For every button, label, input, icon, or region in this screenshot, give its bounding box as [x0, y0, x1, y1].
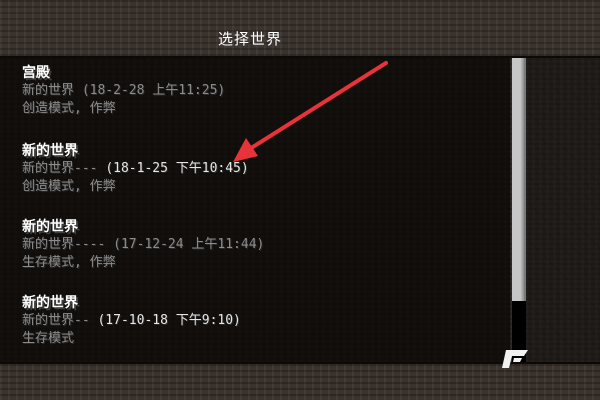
world-2-date: (18-1-25 下午10:45) [105, 161, 249, 176]
world-info: 新的世界---- (17-12-24 上午11:44) [22, 237, 265, 252]
world-info: 新的世界-- (17-10-18 下午9:10) [22, 312, 502, 330]
right-margin [526, 58, 600, 362]
world-mode: 生存模式 [22, 331, 75, 346]
world-list-item[interactable]: 新的世界 新的世界--- (18-1-25 下午10:45) 创造模式, 作弊 [22, 142, 502, 196]
scrollbar-thumb[interactable] [512, 58, 526, 301]
world-name: 新的世界 [22, 295, 78, 311]
world-name: 新的世界 [22, 219, 78, 235]
world-mode: 生存模式, 作弊 [22, 255, 116, 270]
header-bar: 选择世界 [0, 0, 600, 58]
world-info-label: 新的世界--- [22, 161, 98, 176]
screen-title: 选择世界 [217, 30, 282, 48]
world-name: 宫殿 [22, 65, 50, 81]
mojang-logo-icon [502, 350, 528, 368]
world-list-item[interactable]: 新的世界 新的世界-- (17-10-18 下午9:10) 生存模式 [22, 294, 502, 348]
world-info: 新的世界--- (18-1-25 下午10:45) [22, 160, 502, 178]
world-date: (17-10-18 下午9:10) [97, 313, 241, 328]
world-list-item[interactable]: 新的世界 新的世界---- (17-12-24 上午11:44) 生存模式, 作… [22, 218, 502, 272]
world-info-label: 新的世界-- [22, 313, 90, 328]
world-mode: 创造模式, 作弊 [22, 179, 116, 194]
world-list[interactable]: 宫殿 新的世界 (18-2-28 上午11:25) 创造模式, 作弊 新的世界 … [0, 58, 510, 362]
world-list-item[interactable]: 宫殿 新的世界 (18-2-28 上午11:25) 创造模式, 作弊 [22, 64, 502, 118]
world-info: 新的世界 (18-2-28 上午11:25) [22, 83, 226, 98]
world-name: 新的世界 [22, 143, 78, 159]
scrollbar-track[interactable] [512, 58, 526, 362]
select-world-screen: 选择世界 宫殿 新的世界 (18-2-28 上午11:25) 创造模式, 作弊 … [0, 0, 600, 400]
world-mode: 创造模式, 作弊 [22, 101, 116, 116]
